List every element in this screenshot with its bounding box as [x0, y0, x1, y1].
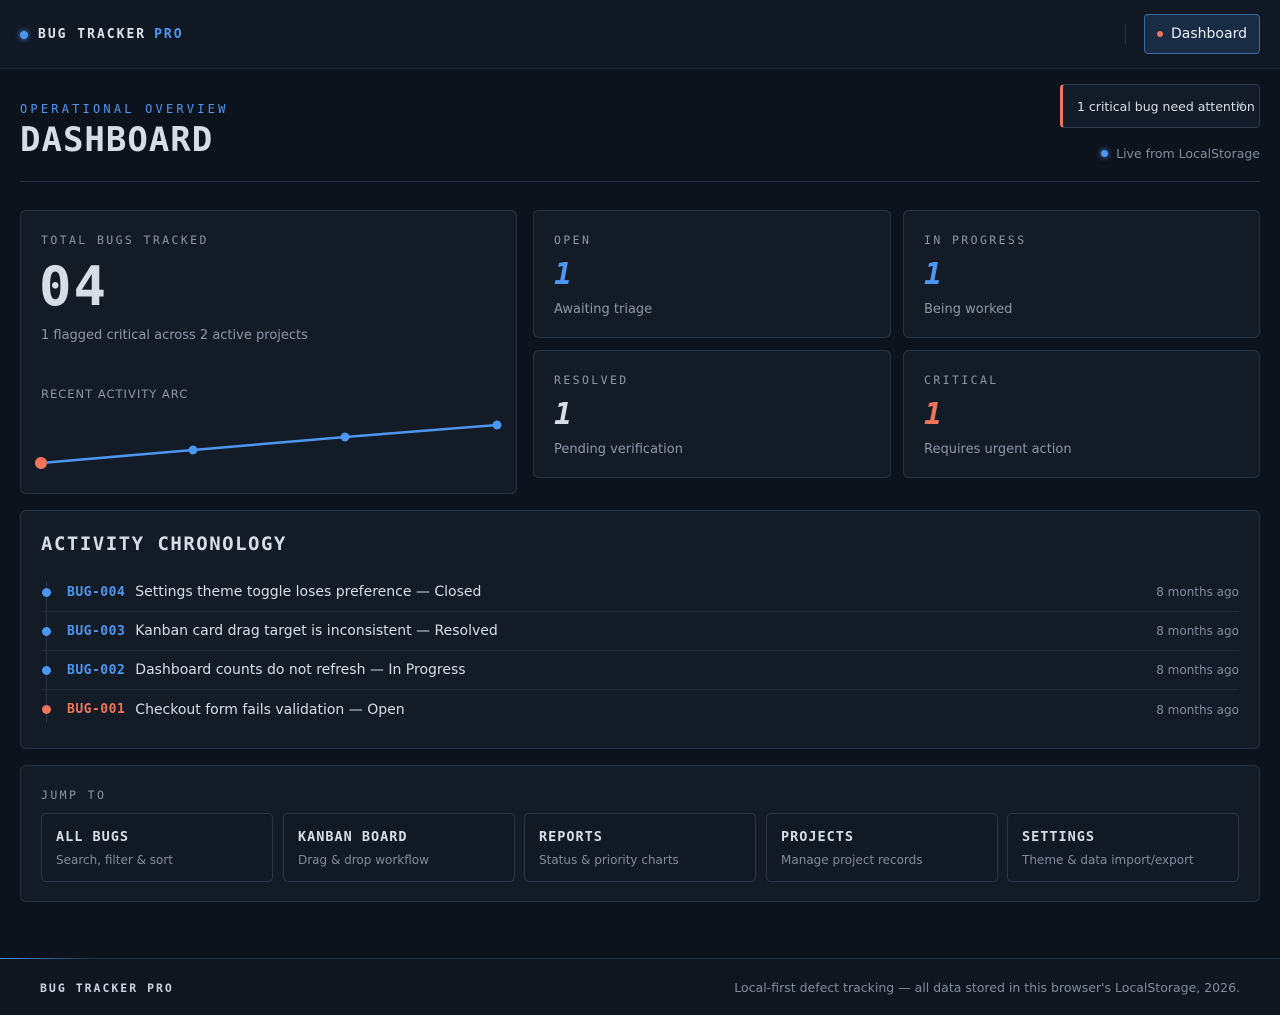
- live-status: Live from LocalStorage: [1101, 146, 1260, 161]
- stat-open-value: 1: [554, 257, 573, 292]
- activity-row[interactable]: BUG-001 Checkout form fails validation —…: [41, 690, 1239, 729]
- total-subtitle: 1 flagged critical across 2 active proje…: [41, 328, 308, 343]
- stat-in-progress-label: IN PROGRESS: [924, 233, 1027, 247]
- jump-tile-kanban-board[interactable]: KANBAN BOARD Drag & drop workflow: [283, 813, 515, 882]
- stat-resolved-value: 1: [554, 397, 573, 432]
- active-dot-icon: [1157, 31, 1164, 37]
- activity-time: 8 months ago: [1156, 624, 1239, 638]
- tile-subtitle: Theme & data import/export: [1022, 853, 1194, 867]
- jump-to-panel: JUMP TO ALL BUGS Search, filter & sort K…: [20, 765, 1260, 902]
- tile-subtitle: Manage project records: [781, 853, 923, 867]
- total-bugs-card: TOTAL BUGS TRACKED 04 1 flagged critical…: [20, 210, 517, 494]
- nav-dashboard-button[interactable]: Dashboard: [1144, 14, 1260, 54]
- stat-critical-label: CRITICAL: [924, 373, 999, 387]
- jump-tile-reports[interactable]: REPORTS Status & priority charts: [524, 813, 756, 882]
- header-divider: [20, 181, 1260, 182]
- timeline-dot-icon: [42, 665, 51, 675]
- activity-time: 8 months ago: [1156, 702, 1239, 717]
- timeline-dot-icon: [42, 626, 51, 636]
- stat-critical-value: 1: [924, 397, 943, 432]
- activity-time: 8 months ago: [1156, 663, 1239, 677]
- footer-accent-line: [0, 958, 96, 959]
- total-label: TOTAL BUGS TRACKED: [41, 233, 209, 247]
- arc-point-1: [35, 457, 47, 469]
- alert-close-icon[interactable]: ×: [1235, 98, 1245, 112]
- tile-title: KANBAN BOARD: [298, 829, 408, 845]
- bug-id[interactable]: BUG-003: [67, 624, 125, 639]
- arc-line: [40, 423, 498, 465]
- timeline-dot-icon: [42, 705, 51, 714]
- activity-text: Dashboard counts do not refresh — In Pro…: [135, 662, 466, 678]
- stat-in-progress-value: 1: [924, 257, 943, 292]
- activity-title: ACTIVITY CHRONOLOGY: [41, 533, 287, 555]
- total-value: 04: [39, 255, 109, 318]
- tile-title: ALL BUGS: [56, 829, 130, 845]
- stat-resolved-sub: Pending verification: [554, 442, 683, 457]
- top-bar: BUG TRACKER PRO Dashboard: [0, 0, 1280, 69]
- stat-card-open[interactable]: OPEN 1 Awaiting triage: [533, 210, 891, 338]
- stat-critical-sub: Requires urgent action: [924, 442, 1072, 457]
- tile-subtitle: Search, filter & sort: [56, 853, 173, 867]
- activity-text: Settings theme toggle loses preference —…: [135, 584, 482, 600]
- page-title: DASHBOARD: [20, 120, 214, 160]
- activity-arc-label: RECENT ACTIVITY ARC: [41, 387, 189, 401]
- activity-time: 8 months ago: [1156, 585, 1239, 599]
- brand[interactable]: BUG TRACKER PRO: [20, 27, 184, 42]
- stat-card-resolved[interactable]: RESOLVED 1 Pending verification: [533, 350, 891, 478]
- stat-resolved-label: RESOLVED: [554, 373, 629, 387]
- topbar-divider: [1125, 24, 1126, 44]
- critical-alert: 1 critical bug need attention ×: [1060, 84, 1260, 128]
- live-dot-icon: [1101, 150, 1109, 157]
- stat-in-progress-sub: Being worked: [924, 302, 1013, 317]
- timeline-dot-icon: [42, 587, 51, 597]
- bug-id[interactable]: BUG-002: [67, 663, 125, 678]
- activity-chronology-panel: ACTIVITY CHRONOLOGY BUG-004 Settings the…: [20, 510, 1260, 749]
- activity-row[interactable]: BUG-004 Settings theme toggle loses pref…: [41, 573, 1239, 612]
- brand-name: BUG TRACKER: [38, 27, 147, 42]
- tile-title: SETTINGS: [1022, 829, 1096, 845]
- jump-label: JUMP TO: [41, 788, 107, 802]
- live-status-text: Live from LocalStorage: [1116, 146, 1260, 161]
- page-eyebrow: OPERATIONAL OVERVIEW: [20, 102, 229, 116]
- activity-arc-chart: [35, 420, 502, 469]
- tile-title: PROJECTS: [781, 829, 855, 845]
- tile-title: REPORTS: [539, 829, 603, 845]
- arc-point-3: [340, 432, 350, 442]
- stat-card-in-progress[interactable]: IN PROGRESS 1 Being worked: [903, 210, 1260, 338]
- arc-point-2: [188, 445, 198, 455]
- activity-text: Checkout form fails validation — Open: [135, 701, 405, 718]
- jump-tile-settings[interactable]: SETTINGS Theme & data import/export: [1007, 813, 1239, 882]
- activity-row[interactable]: BUG-002 Dashboard counts do not refresh …: [41, 651, 1239, 690]
- bug-id[interactable]: BUG-004: [67, 585, 125, 600]
- brand-dot-icon: [20, 30, 28, 39]
- tile-subtitle: Drag & drop workflow: [298, 853, 429, 867]
- activity-row[interactable]: BUG-003 Kanban card drag target is incon…: [41, 612, 1239, 651]
- arc-point-4: [492, 420, 502, 430]
- stat-card-critical[interactable]: CRITICAL 1 Requires urgent action: [903, 350, 1260, 478]
- alert-text: 1 critical bug need attention: [1077, 98, 1255, 114]
- nav-dashboard-label: Dashboard: [1171, 26, 1247, 42]
- bug-id[interactable]: BUG-001: [67, 702, 125, 717]
- tile-subtitle: Status & priority charts: [539, 853, 679, 867]
- activity-text: Kanban card drag target is inconsistent …: [135, 623, 498, 639]
- jump-tile-all-bugs[interactable]: ALL BUGS Search, filter & sort: [41, 813, 273, 882]
- stat-open-label: OPEN: [554, 233, 592, 247]
- footer-note: Local-first defect tracking — all data s…: [734, 980, 1240, 995]
- brand-suffix: PRO: [154, 27, 184, 42]
- jump-tile-projects[interactable]: PROJECTS Manage project records: [766, 813, 998, 882]
- stat-open-sub: Awaiting triage: [554, 302, 653, 317]
- footer: BUG TRACKER PRO Local-first defect track…: [0, 958, 1280, 1015]
- footer-brand: BUG TRACKER PRO: [40, 981, 174, 995]
